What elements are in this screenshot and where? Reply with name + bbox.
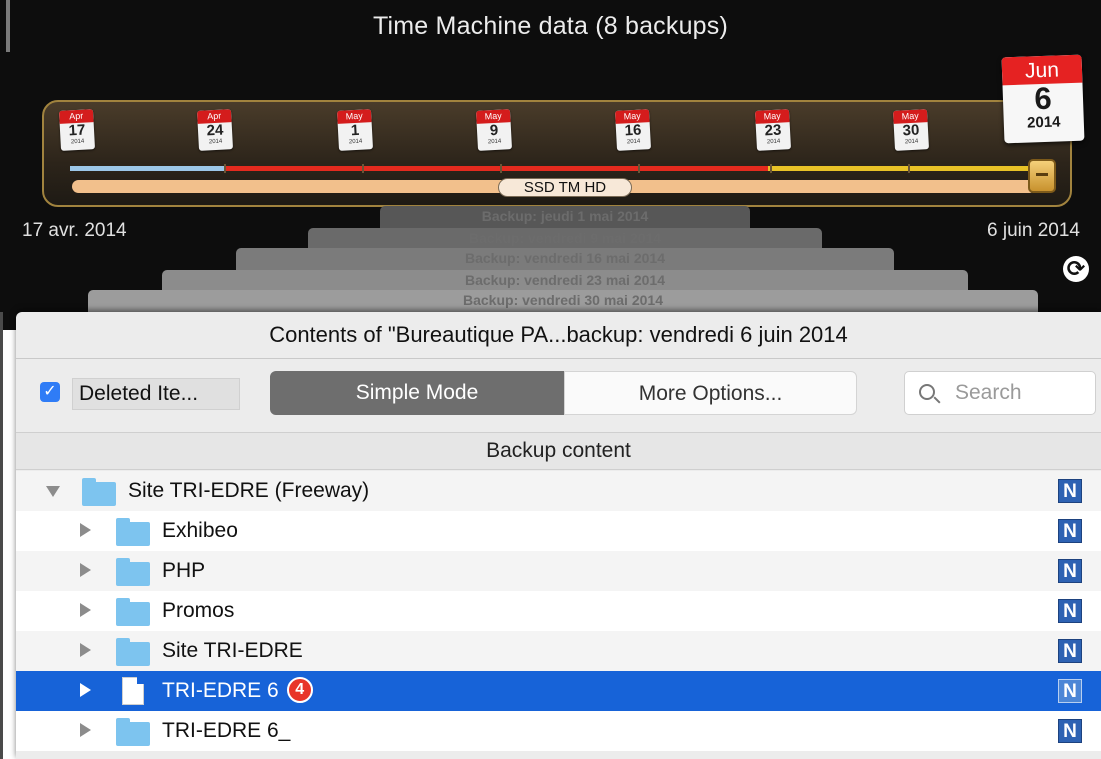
timemachine-header: Time Machine data (8 backups) Apr 17 201… bbox=[0, 0, 1101, 330]
calendar-icon-may-23[interactable]: May 23 2014 bbox=[754, 109, 792, 151]
n-icon: N bbox=[1058, 519, 1082, 543]
folder-icon bbox=[116, 718, 150, 746]
list-item[interactable]: Site TRI-EDRE (Freeway) N bbox=[16, 471, 1101, 511]
row-label: TRI-EDRE 6_ bbox=[162, 719, 291, 742]
folder-icon bbox=[116, 558, 150, 586]
disclosure-right-icon[interactable] bbox=[80, 563, 91, 577]
stacked-backup[interactable]: Backup: vendredi 16 mai 2014 bbox=[236, 248, 894, 272]
search-icon bbox=[919, 384, 935, 400]
n-icon: N bbox=[1058, 479, 1082, 503]
timeline-tick bbox=[500, 164, 502, 173]
changes-badge: 4 bbox=[286, 676, 313, 703]
folder-icon bbox=[82, 478, 116, 506]
row-label: Promos bbox=[162, 599, 235, 622]
calendar-icon-may-30[interactable]: May 30 2014 bbox=[892, 109, 930, 151]
list-item[interactable]: TRI-EDRE 6_ N bbox=[16, 711, 1101, 751]
title-separator bbox=[16, 358, 1101, 359]
n-icon: N bbox=[1058, 719, 1082, 743]
calendar-icon-may-9[interactable]: May 9 2014 bbox=[475, 109, 513, 151]
timeline-start-date: 17 avr. 2014 bbox=[22, 220, 127, 241]
deleted-items-label[interactable]: Deleted Ite... bbox=[72, 378, 240, 410]
n-icon: N bbox=[1058, 639, 1082, 663]
refresh-icon[interactable]: ⟳ bbox=[1063, 256, 1089, 282]
disclosure-right-icon[interactable] bbox=[80, 683, 91, 697]
backup-window: Contents of "Bureautique PA...backup: ve… bbox=[16, 312, 1101, 759]
timeline-track-blue bbox=[70, 166, 226, 171]
file-list: Site TRI-EDRE (Freeway) N Exhibeo N PHP … bbox=[16, 471, 1101, 751]
document-icon bbox=[122, 677, 144, 705]
n-icon: N bbox=[1058, 679, 1082, 703]
list-item[interactable]: PHP N bbox=[16, 551, 1101, 591]
disclosure-right-icon[interactable] bbox=[80, 643, 91, 657]
calendar-icon-apr-24[interactable]: Apr 24 2014 bbox=[196, 109, 234, 151]
current-calendar-icon[interactable]: Jun 6 2014 bbox=[1001, 54, 1085, 144]
folder-icon bbox=[116, 638, 150, 666]
timeline-slider-handle[interactable] bbox=[1028, 159, 1056, 193]
row-label: Site TRI-EDRE bbox=[162, 639, 303, 662]
list-item-selected[interactable]: TRI-EDRE 6 4 N bbox=[16, 671, 1101, 711]
window-title: Contents of "Bureautique PA...backup: ve… bbox=[269, 322, 848, 347]
timeline-track-red bbox=[226, 166, 768, 171]
search-field[interactable]: Search bbox=[904, 371, 1096, 415]
n-icon: N bbox=[1058, 559, 1082, 583]
n-icon: N bbox=[1058, 599, 1082, 623]
window-left-edge bbox=[0, 312, 3, 759]
timeline-end-date: 6 juin 2014 bbox=[987, 220, 1080, 241]
disclosure-down-icon[interactable] bbox=[46, 486, 60, 497]
disclosure-right-icon[interactable] bbox=[80, 723, 91, 737]
timeline-tick bbox=[362, 164, 364, 173]
timeline-tick bbox=[908, 164, 910, 173]
deleted-items-checkbox[interactable]: ✓ bbox=[40, 382, 60, 402]
disclosure-right-icon[interactable] bbox=[80, 603, 91, 617]
calendar-icon-may-1[interactable]: May 1 2014 bbox=[336, 109, 374, 151]
folder-icon bbox=[116, 518, 150, 546]
stacked-backup[interactable]: Backup: vendredi 30 mai 2014 bbox=[88, 290, 1038, 314]
timeline-track-yellow bbox=[768, 166, 1036, 171]
row-label-text: TRI-EDRE 6 bbox=[162, 679, 279, 702]
simple-mode-button[interactable]: Simple Mode bbox=[270, 371, 564, 415]
list-item[interactable]: Exhibeo N bbox=[16, 511, 1101, 551]
row-label: Site TRI-EDRE (Freeway) bbox=[128, 479, 370, 502]
volume-label: SSD TM HD bbox=[498, 178, 632, 197]
column-header-backup-content[interactable]: Backup content bbox=[16, 432, 1101, 470]
list-item[interactable]: Site TRI-EDRE N bbox=[16, 631, 1101, 671]
list-item[interactable]: Promos N bbox=[16, 591, 1101, 631]
timeline-tick bbox=[224, 164, 226, 173]
timemachine-title: Time Machine data (8 backups) bbox=[372, 12, 729, 40]
timeline-tick bbox=[638, 164, 640, 173]
more-options-button[interactable]: More Options... bbox=[564, 371, 857, 415]
calendar-icon-may-16[interactable]: May 16 2014 bbox=[614, 109, 652, 151]
row-label: Exhibeo bbox=[162, 519, 238, 542]
row-label: PHP bbox=[162, 559, 206, 582]
search-placeholder: Search bbox=[955, 381, 1022, 404]
calendar-icon-apr-17[interactable]: Apr 17 2014 bbox=[58, 109, 96, 151]
stacked-backup[interactable]: Backup: jeudi 1 mai 2014 bbox=[380, 206, 750, 230]
row-label: TRI-EDRE 6 4 bbox=[162, 676, 313, 703]
folder-icon bbox=[116, 598, 150, 626]
timeline-tick bbox=[770, 164, 772, 173]
disclosure-right-icon[interactable] bbox=[80, 523, 91, 537]
